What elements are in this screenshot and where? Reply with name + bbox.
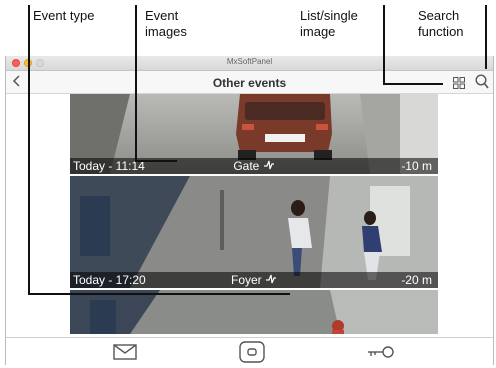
callout-list-single-image: List/single image	[300, 8, 358, 39]
event-card[interactable]	[70, 290, 438, 334]
key-icon	[368, 346, 394, 358]
leader-list-single	[383, 5, 385, 85]
event-distance: -10 m	[401, 159, 432, 173]
envelope-icon	[113, 344, 137, 360]
app-window: MxSoftPanel Other events Today - 11:14 G…	[5, 56, 494, 366]
search-button[interactable]	[475, 74, 489, 95]
motion-icon	[263, 160, 274, 170]
window-titlebar: MxSoftPanel	[6, 56, 493, 71]
event-list[interactable]: Today - 11:14 Gate -10 m Today - 17:20 F…	[70, 94, 438, 334]
doorbell-button-icon	[239, 341, 265, 363]
tab-messages[interactable]	[113, 344, 137, 365]
leader-event-type	[28, 5, 30, 295]
motion-icon	[266, 274, 277, 284]
event-card[interactable]: Today - 17:20 Foyer -20 m	[70, 176, 438, 288]
event-type: Foyer	[70, 272, 438, 288]
leader-event-images-h	[135, 160, 177, 162]
tab-doorbell[interactable]	[239, 341, 265, 368]
callout-event-type: Event type	[33, 8, 95, 23]
bottom-tab-bar	[6, 337, 493, 366]
event-distance: -20 m	[401, 273, 432, 287]
callout-search-function: Search function	[418, 8, 464, 39]
event-type: Gate	[70, 158, 438, 174]
search-icon	[475, 74, 489, 89]
list-single-toggle-button[interactable]	[453, 76, 465, 94]
event-info-bar: Today - 17:20 Foyer -20 m	[70, 272, 438, 288]
event-card[interactable]: Today - 11:14 Gate -10 m	[70, 94, 438, 174]
app-title: MxSoftPanel	[226, 57, 273, 66]
leader-list-single-h	[383, 83, 443, 85]
leader-search	[485, 5, 487, 69]
event-image[interactable]	[70, 290, 438, 334]
leader-event-type-h	[28, 293, 290, 295]
event-info-bar: Today - 11:14 Gate -10 m	[70, 158, 438, 174]
grid-icon	[453, 77, 465, 89]
tab-door-open[interactable]	[367, 345, 395, 364]
callout-event-images: Event images	[145, 8, 187, 39]
leader-event-images	[135, 5, 137, 162]
